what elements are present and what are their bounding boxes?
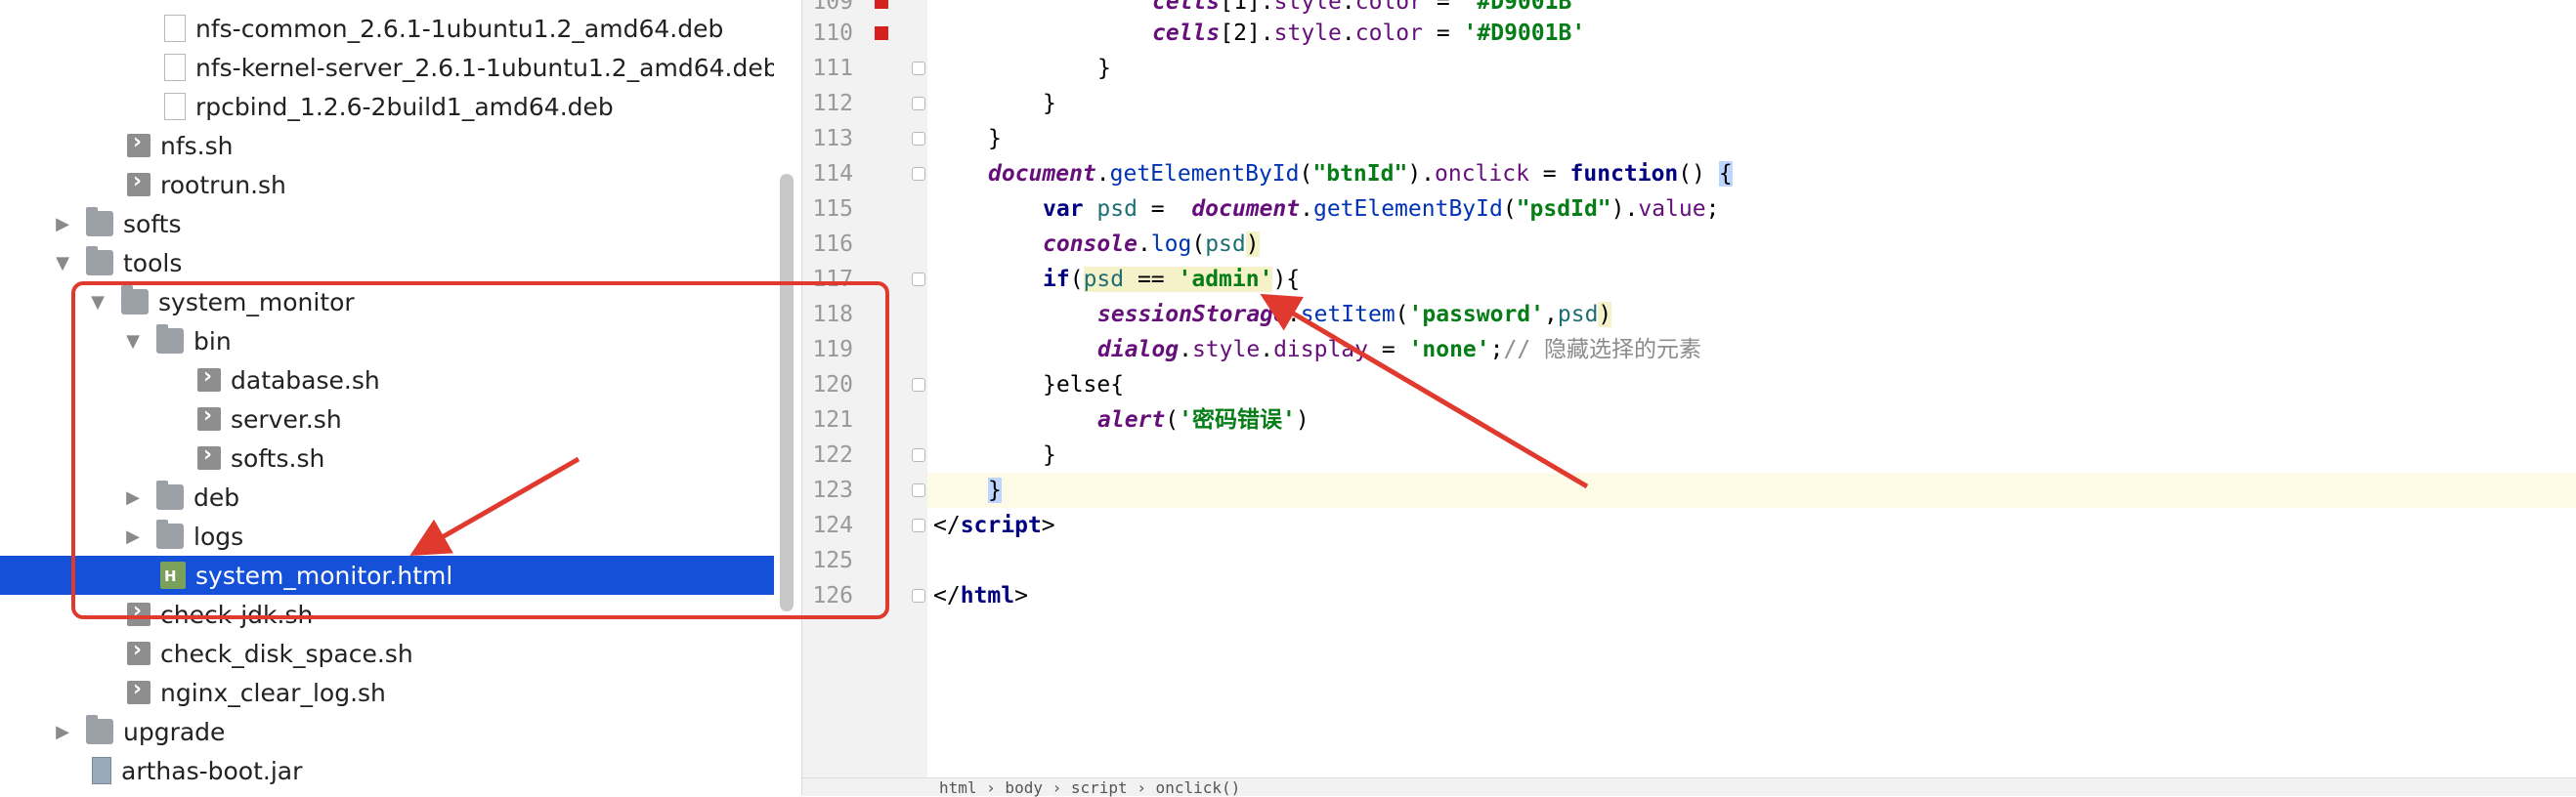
annotation-arrow-to-file [409,456,580,556]
annotation-arrows [409,293,1589,556]
annotation-arrow-to-password-check [1260,293,1589,489]
